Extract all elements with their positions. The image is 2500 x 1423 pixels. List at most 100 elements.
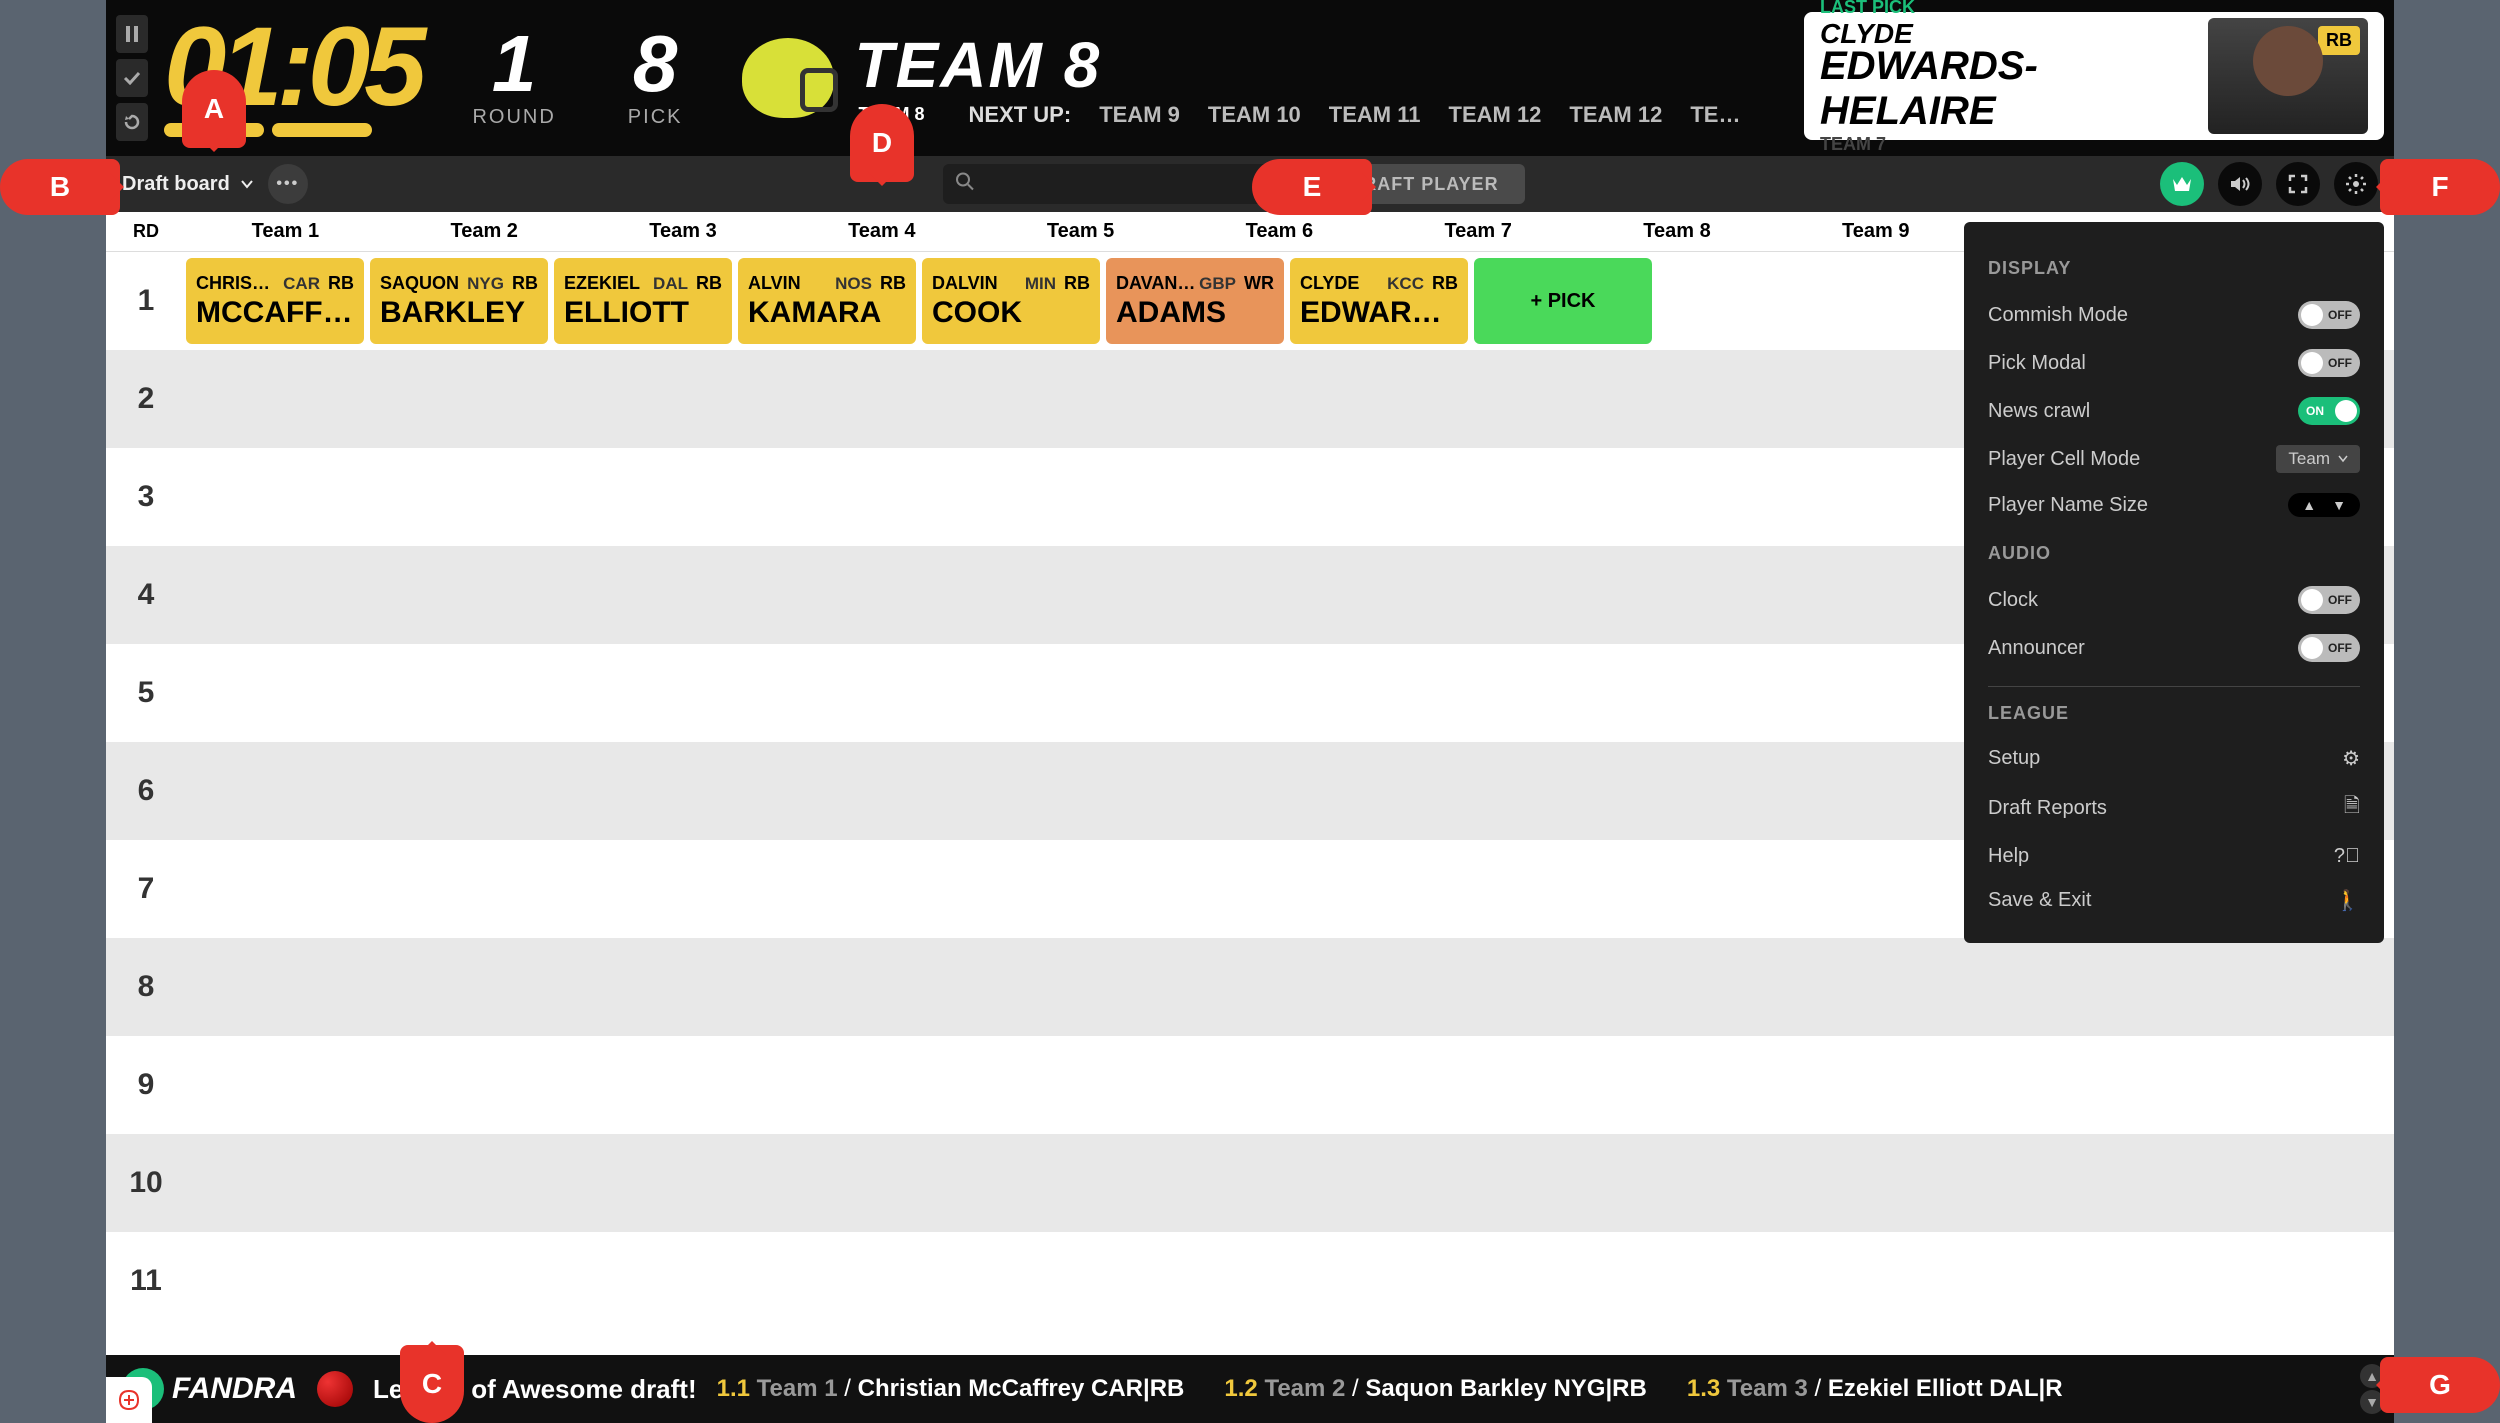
pick-cell-empty[interactable] bbox=[1658, 1238, 1836, 1324]
pick-cell-empty[interactable] bbox=[2026, 1140, 2204, 1226]
pick-cell-empty[interactable] bbox=[1106, 454, 1284, 540]
fullscreen-icon[interactable] bbox=[2276, 162, 2320, 206]
pick-cell-empty[interactable] bbox=[554, 1042, 732, 1128]
pick-cell-empty[interactable] bbox=[738, 454, 916, 540]
pick-cell-empty[interactable] bbox=[1290, 748, 1468, 834]
pick-cell-empty[interactable] bbox=[1842, 1238, 2020, 1324]
pick-cell-empty[interactable] bbox=[922, 748, 1100, 834]
toggle-announcer[interactable]: OFF bbox=[2298, 634, 2360, 662]
pick-cell-empty[interactable] bbox=[370, 748, 548, 834]
pick-cell-empty[interactable] bbox=[186, 944, 364, 1030]
pick-cell-empty[interactable] bbox=[370, 944, 548, 1030]
pick-cell-empty[interactable] bbox=[922, 454, 1100, 540]
pick-cell-empty[interactable] bbox=[1658, 258, 1836, 344]
pick-cell-empty[interactable] bbox=[1658, 944, 1836, 1030]
premium-icon[interactable] bbox=[2160, 162, 2204, 206]
pick-cell[interactable]: DALVINMIN RBCOOK bbox=[922, 258, 1100, 344]
pick-cell-empty[interactable] bbox=[1474, 748, 1652, 834]
pick-cell-empty[interactable] bbox=[1474, 1140, 1652, 1226]
pick-cell-empty[interactable] bbox=[2210, 944, 2388, 1030]
pick-cell-empty[interactable] bbox=[922, 1238, 1100, 1324]
pick-cell-empty[interactable] bbox=[186, 552, 364, 638]
pick-cell-empty[interactable] bbox=[1106, 356, 1284, 442]
pick-cell-empty[interactable] bbox=[554, 944, 732, 1030]
pick-cell-empty[interactable] bbox=[186, 1042, 364, 1128]
pick-cell-empty[interactable] bbox=[1290, 1042, 1468, 1128]
pick-cell-empty[interactable] bbox=[554, 1140, 732, 1226]
pick-cell-empty[interactable] bbox=[554, 650, 732, 736]
pick-cell-empty[interactable] bbox=[1658, 650, 1836, 736]
pick-cell-empty[interactable] bbox=[370, 1042, 548, 1128]
pick-cell-empty[interactable] bbox=[186, 454, 364, 540]
pick-cell-empty[interactable] bbox=[922, 1042, 1100, 1128]
pick-cell-empty[interactable] bbox=[554, 846, 732, 932]
pick-cell-empty[interactable] bbox=[922, 552, 1100, 638]
pick-cell-empty[interactable] bbox=[1474, 552, 1652, 638]
pick-cell-empty[interactable] bbox=[370, 846, 548, 932]
link-reports[interactable]: Draft Reports🗎 bbox=[1988, 781, 2360, 835]
team-column-header[interactable]: Team 7 bbox=[1379, 220, 1578, 243]
pick-cell-empty[interactable] bbox=[1290, 1238, 1468, 1324]
pick-cell-empty[interactable] bbox=[1106, 748, 1284, 834]
pick-cell-empty[interactable] bbox=[2026, 1238, 2204, 1324]
team-column-header[interactable]: Team 5 bbox=[981, 220, 1180, 243]
pick-cell-empty[interactable] bbox=[1658, 846, 1836, 932]
pick-cell-empty[interactable] bbox=[554, 356, 732, 442]
pick-cell-empty[interactable] bbox=[554, 1238, 732, 1324]
pick-cell-empty[interactable] bbox=[1106, 1140, 1284, 1226]
pick-cell-empty[interactable] bbox=[922, 650, 1100, 736]
pick-cell[interactable]: EZEKIELDAL RBELLIOTT bbox=[554, 258, 732, 344]
pick-cell-empty[interactable] bbox=[1658, 1140, 1836, 1226]
redo-button[interactable] bbox=[116, 103, 148, 141]
select-playercell[interactable]: Team bbox=[2276, 445, 2360, 473]
pick-cell-empty[interactable] bbox=[2026, 944, 2204, 1030]
pick-cell-empty[interactable] bbox=[186, 1238, 364, 1324]
team-column-header[interactable]: Team 4 bbox=[782, 220, 981, 243]
stepper-down-icon[interactable]: ▼ bbox=[2332, 497, 2346, 513]
pick-cell-empty[interactable] bbox=[1474, 1238, 1652, 1324]
team-column-header[interactable]: Team 9 bbox=[1776, 220, 1975, 243]
pick-cell-empty[interactable] bbox=[186, 650, 364, 736]
more-button[interactable]: ••• bbox=[268, 164, 308, 204]
pick-cell-empty[interactable] bbox=[738, 650, 916, 736]
link-setup[interactable]: Setup⚙ bbox=[1988, 736, 2360, 781]
pick-cell-empty[interactable] bbox=[370, 1140, 548, 1226]
pick-cell-empty[interactable] bbox=[738, 944, 916, 1030]
pick-cell-empty[interactable] bbox=[738, 1140, 916, 1226]
pick-cell-empty[interactable] bbox=[738, 1238, 916, 1324]
team-column-header[interactable]: Team 2 bbox=[385, 220, 584, 243]
pick-cell-empty[interactable] bbox=[554, 748, 732, 834]
pick-cell-empty[interactable] bbox=[554, 552, 732, 638]
pick-cell-empty[interactable] bbox=[554, 454, 732, 540]
stepper-playername[interactable]: ▲▼ bbox=[2288, 493, 2360, 517]
pick-cell-empty[interactable] bbox=[1106, 944, 1284, 1030]
confirm-button[interactable] bbox=[116, 59, 148, 97]
pick-cell-empty[interactable] bbox=[1658, 356, 1836, 442]
pick-cell-empty[interactable] bbox=[1290, 1140, 1468, 1226]
add-pick-button[interactable]: + PICK bbox=[1474, 258, 1652, 344]
pick-cell-empty[interactable] bbox=[1474, 454, 1652, 540]
pick-cell-empty[interactable] bbox=[1842, 1042, 2020, 1128]
pick-cell-empty[interactable] bbox=[186, 356, 364, 442]
pick-cell-empty[interactable] bbox=[186, 1140, 364, 1226]
stepper-up-icon[interactable]: ▲ bbox=[2302, 497, 2316, 513]
pick-cell-empty[interactable] bbox=[1290, 650, 1468, 736]
pick-cell-empty[interactable] bbox=[1290, 454, 1468, 540]
pick-cell-empty[interactable] bbox=[1290, 552, 1468, 638]
team-column-header[interactable]: Team 3 bbox=[584, 220, 783, 243]
pick-cell-empty[interactable] bbox=[738, 748, 916, 834]
pick-cell-empty[interactable] bbox=[1658, 748, 1836, 834]
pick-cell[interactable]: DAVAN…GBP WRADAMS bbox=[1106, 258, 1284, 344]
pick-cell-empty[interactable] bbox=[1658, 552, 1836, 638]
pick-cell-empty[interactable] bbox=[2210, 1140, 2388, 1226]
pick-cell-empty[interactable] bbox=[370, 650, 548, 736]
team-column-header[interactable]: Team 1 bbox=[186, 220, 385, 243]
pick-cell-empty[interactable] bbox=[922, 1140, 1100, 1226]
toggle-commish[interactable]: OFF bbox=[2298, 301, 2360, 329]
pick-cell-empty[interactable] bbox=[738, 846, 916, 932]
toggle-newscrawl[interactable]: ON bbox=[2298, 397, 2360, 425]
pick-cell-empty[interactable] bbox=[1842, 1140, 2020, 1226]
pick-cell-empty[interactable] bbox=[1474, 846, 1652, 932]
team-column-header[interactable]: Team 8 bbox=[1578, 220, 1777, 243]
pick-cell-empty[interactable] bbox=[1474, 944, 1652, 1030]
